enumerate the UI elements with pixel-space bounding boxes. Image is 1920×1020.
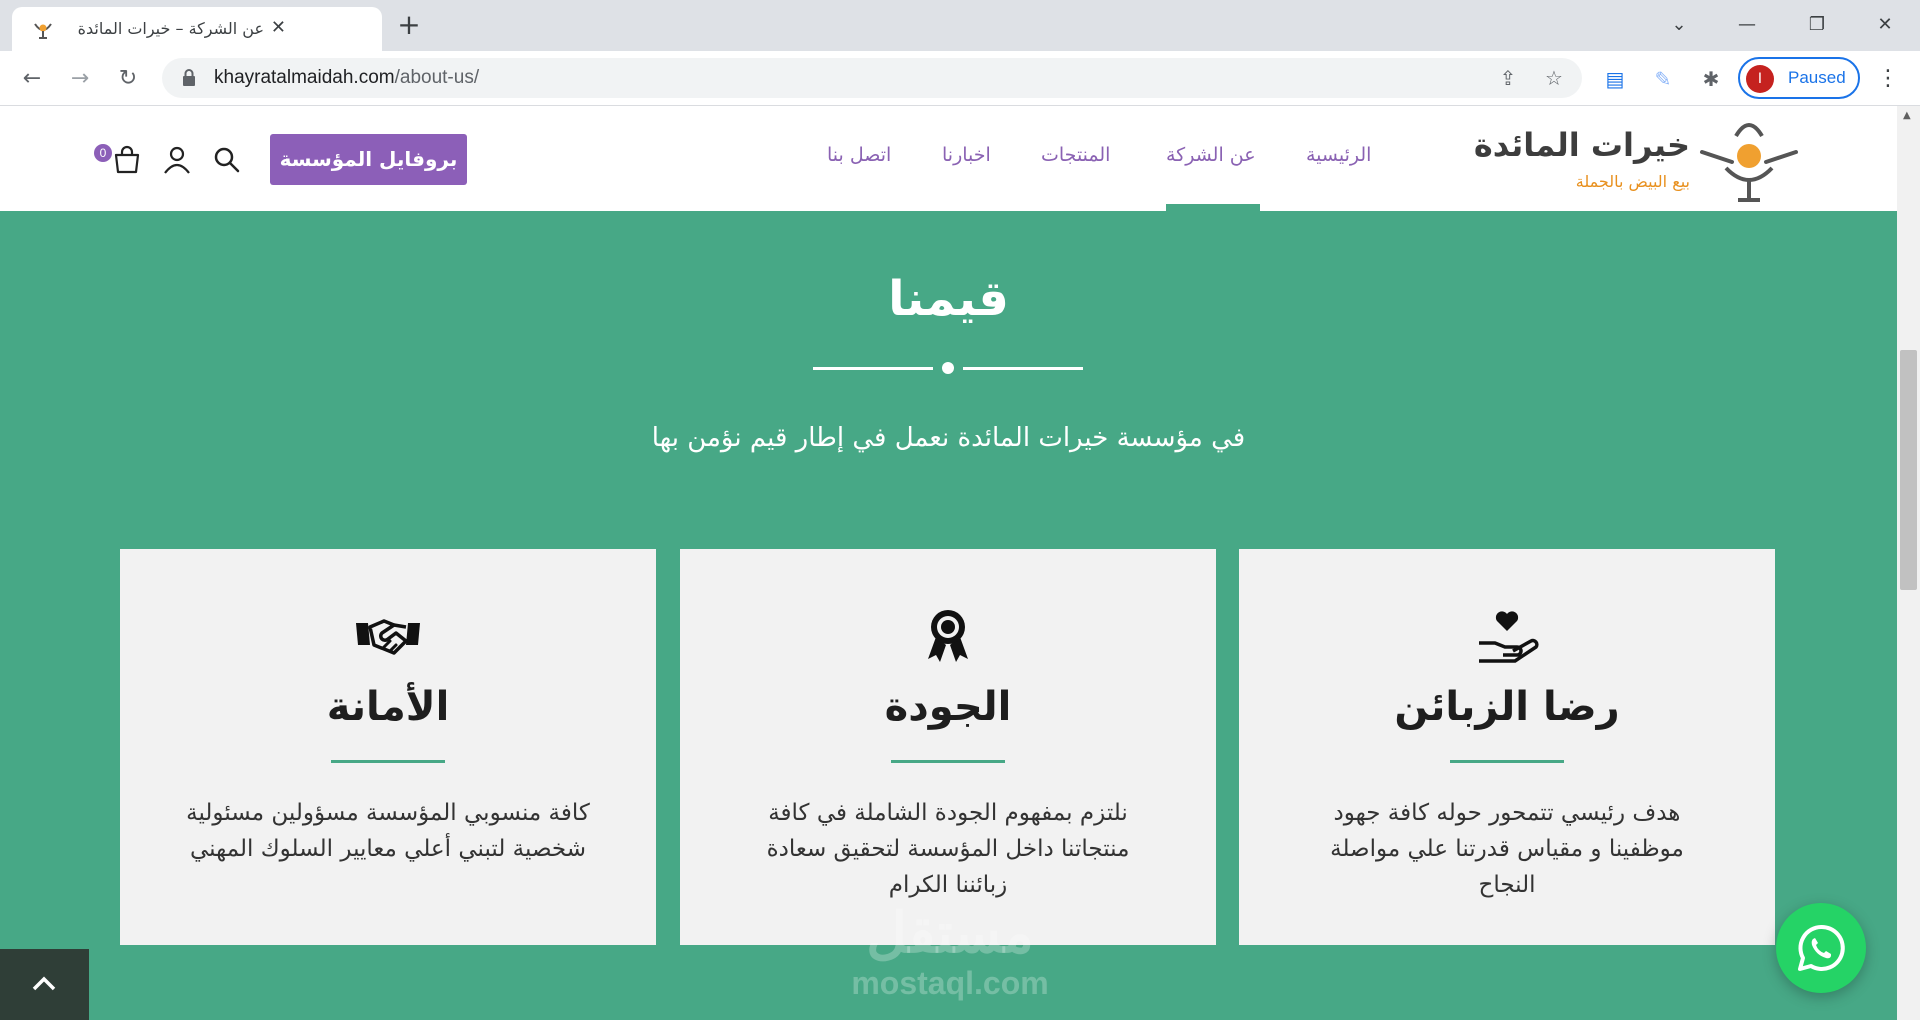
value-card-honesty: الأمانة كافة منسوبي المؤسسة مسؤولين مسئو… xyxy=(120,549,656,945)
value-card-quality: الجودة نلتزم بمفهوم الجودة الشاملة في كا… xyxy=(680,549,1216,945)
site-logo[interactable]: خيرات المائدة بيع البيض بالجملة xyxy=(1474,116,1800,206)
close-window-icon[interactable]: ✕ xyxy=(1862,9,1908,41)
minimize-icon[interactable]: — xyxy=(1724,9,1770,41)
card-text: نلتزم بمفهوم الجودة الشاملة في كافة منتج… xyxy=(766,800,1130,898)
card-divider xyxy=(891,760,1005,763)
section-title: قيمنا xyxy=(888,271,1009,327)
values-section: قيمنا في مؤسسة خيرات المائدة نعمل في إطا… xyxy=(0,211,1897,1020)
url-text: khayratalmaidah.com/about-us/ xyxy=(214,67,479,89)
watermark-arabic: مستقل xyxy=(866,901,1034,964)
new-tab-icon[interactable]: + xyxy=(392,8,426,42)
share-icon[interactable]: ⇪ xyxy=(1496,66,1520,90)
logo-tagline: بيع البيض بالجملة xyxy=(1575,172,1690,191)
card-text: كافة منسوبي المؤسسة مسؤولين مسئولية شخصي… xyxy=(186,800,590,862)
restore-icon[interactable]: ❐ xyxy=(1794,9,1840,41)
profile-status-label: Paused xyxy=(1788,68,1846,87)
nav-about[interactable]: عن الشركة xyxy=(1166,144,1256,166)
card-text: هدف رئيسي تتمحور حوله كافة جهود موظفينا … xyxy=(1330,800,1684,898)
handshake-icon xyxy=(356,619,420,655)
tab-close-icon[interactable]: ✕ xyxy=(271,17,286,38)
back-to-top-button[interactable] xyxy=(0,949,89,1020)
card-title: الجودة xyxy=(884,684,1012,730)
whatsapp-button[interactable] xyxy=(1776,903,1866,993)
watermark-latin: mostaql.com xyxy=(851,965,1049,1001)
title-divider-left xyxy=(813,367,933,370)
scroll-up-icon[interactable]: ▲ xyxy=(1903,110,1911,121)
browser-tabstrip: عن الشركة – خيرات المائدة ✕ + ⌄ — ❐ ✕ xyxy=(0,0,1920,51)
profile-avatar: I xyxy=(1746,65,1774,93)
address-bar[interactable]: khayratalmaidah.com/about-us/ ⇪ ☆ xyxy=(162,58,1582,98)
browser-menu-icon[interactable]: ⋮ xyxy=(1876,63,1900,95)
reload-icon[interactable]: ↻ xyxy=(112,63,144,95)
whatsapp-icon xyxy=(1798,924,1845,971)
extension-pdf-icon[interactable]: ✎ xyxy=(1650,66,1676,92)
nav-active-indicator xyxy=(1166,204,1260,211)
nav-news[interactable]: اخبارنا xyxy=(942,144,991,166)
logo-name: خيرات المائدة xyxy=(1473,126,1690,164)
card-divider xyxy=(1450,760,1564,763)
extension-doc-icon[interactable]: ▤ xyxy=(1602,66,1628,92)
back-icon[interactable]: ← xyxy=(16,63,48,95)
value-card-satisfaction: رضا الزبائن هدف رئيسي تتمحور حوله كافة ج… xyxy=(1239,549,1775,945)
browser-toolbar: ← → ↻ khayratalmaidah.com/about-us/ ⇪ ☆ … xyxy=(0,51,1920,106)
url-path: /about-us/ xyxy=(394,67,480,88)
section-subtitle: في مؤسسة خيرات المائدة نعمل في إطار قيم … xyxy=(651,423,1246,453)
site-header: خيرات المائدة بيع البيض بالجملة الرئيسية… xyxy=(0,106,1897,211)
cart-icon[interactable] xyxy=(112,145,142,175)
hand-heart-icon xyxy=(1479,611,1539,663)
nav-products[interactable]: المنتجات xyxy=(1041,144,1110,166)
award-ribbon-icon xyxy=(928,610,968,662)
extensions-puzzle-icon[interactable]: ✱ xyxy=(1698,66,1724,92)
card-title: رضا الزبائن xyxy=(1394,684,1620,730)
url-domain: khayratalmaidah.com xyxy=(214,67,395,88)
user-icon[interactable] xyxy=(162,145,192,175)
title-divider-right xyxy=(963,367,1083,370)
forward-icon[interactable]: → xyxy=(64,63,96,95)
cart-count-badge: 0 xyxy=(94,144,112,162)
chevron-up-icon xyxy=(32,976,56,991)
card-title: الأمانة xyxy=(326,684,450,730)
search-icon[interactable] xyxy=(212,145,242,175)
site-favicon-icon xyxy=(34,23,52,39)
page-scrollbar[interactable]: ▲ xyxy=(1897,106,1920,1020)
mostaql-watermark: مستقل mostaql.com xyxy=(830,901,1070,1001)
nav-contact[interactable]: اتصل بنا xyxy=(827,144,891,166)
logo-mark-icon xyxy=(1700,123,1798,202)
nav-home[interactable]: الرئيسية xyxy=(1306,144,1371,166)
card-divider xyxy=(331,760,445,763)
scroll-thumb[interactable] xyxy=(1900,350,1917,590)
tab-search-icon[interactable]: ⌄ xyxy=(1656,9,1702,41)
browser-tab[interactable]: عن الشركة – خيرات المائدة ✕ xyxy=(12,7,382,51)
profile-button[interactable]: I Paused xyxy=(1738,57,1860,99)
company-profile-button[interactable]: بروفايل المؤسسة xyxy=(270,134,467,185)
tab-title: عن الشركة – خيرات المائدة xyxy=(77,19,264,38)
title-divider-dot xyxy=(942,362,954,374)
lock-icon xyxy=(183,69,195,86)
bookmark-star-icon[interactable]: ☆ xyxy=(1542,66,1566,90)
